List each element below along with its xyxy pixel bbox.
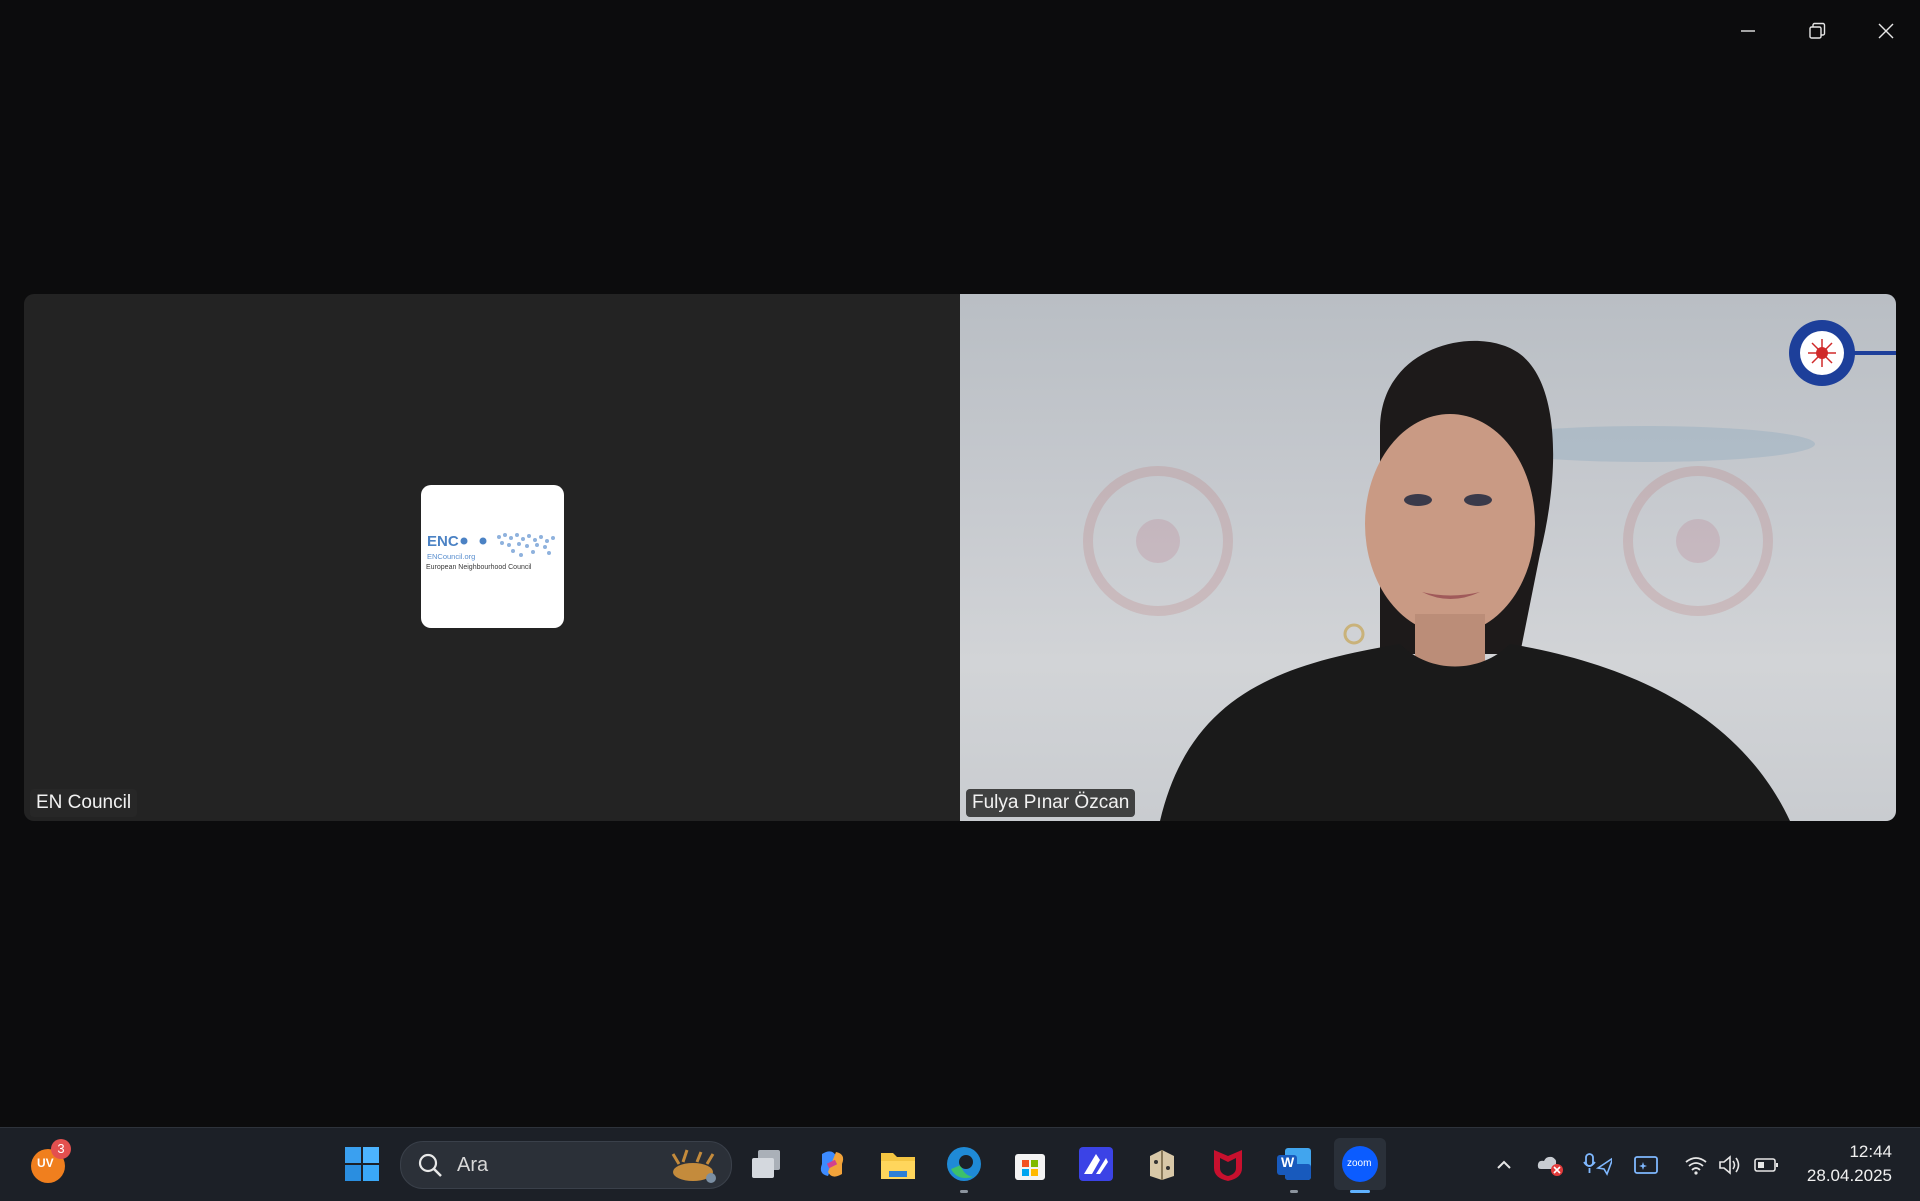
store-icon <box>1015 1154 1045 1180</box>
participant-tile-video[interactable]: Fulya Pınar Özcan <box>960 294 1896 821</box>
search-box[interactable]: Ara <box>400 1141 732 1189</box>
copilot-icon <box>820 1151 844 1177</box>
notification-count-badge: 3 <box>51 1139 71 1159</box>
zoom-button[interactable]: zoom <box>1334 1138 1386 1193</box>
taskbar: UV 3 Ara W zoom 12:44 28.04.2025 <box>0 1127 1920 1201</box>
close-icon <box>1878 23 1894 39</box>
running-indicator <box>960 1190 968 1193</box>
show-hidden-icons-button[interactable] <box>1489 1150 1519 1180</box>
participant-name-label: Fulya Pınar Özcan <box>966 789 1136 817</box>
game-icon <box>1150 1150 1174 1180</box>
screen-capture-tray[interactable] <box>1632 1150 1662 1180</box>
wifi-status[interactable] <box>1681 1150 1711 1180</box>
search-highlight-deer-icon <box>671 1149 716 1183</box>
word-button[interactable]: W <box>1268 1138 1320 1193</box>
running-indicator <box>1350 1190 1370 1193</box>
weather-badge-text: UV <box>37 1156 54 1170</box>
clock-time: 12:44 <box>1849 1142 1892 1161</box>
file-explorer-icon <box>881 1153 915 1179</box>
microphone-icon <box>1583 1153 1612 1176</box>
minimize-icon <box>1741 30 1755 32</box>
word-label: W <box>1281 1154 1295 1170</box>
speaker-icon <box>1719 1155 1740 1175</box>
zoom-label: zoom <box>1347 1158 1372 1169</box>
start-button[interactable] <box>336 1138 388 1190</box>
affinity-button[interactable] <box>1070 1138 1122 1190</box>
clock-date: 28.04.2025 <box>1806 1166 1892 1185</box>
taskbar-clock[interactable]: 12:44 28.04.2025 <box>1807 1140 1892 1188</box>
copilot-button[interactable] <box>806 1138 858 1190</box>
close-button[interactable] <box>1858 12 1914 50</box>
union-logo-icon <box>1789 320 1896 386</box>
mcafee-icon <box>1214 1150 1242 1181</box>
mic-share-tray[interactable] <box>1582 1150 1612 1180</box>
file-explorer-button[interactable] <box>872 1138 924 1190</box>
edge-button[interactable] <box>938 1138 990 1193</box>
battery-icon <box>1754 1158 1778 1172</box>
volume-status[interactable] <box>1716 1150 1746 1180</box>
video-gallery: ENC ENCouncil.org European Neighbourhood… <box>24 294 1896 821</box>
chevron-up-icon <box>1497 1160 1511 1169</box>
running-indicator <box>1290 1190 1298 1193</box>
start-icon <box>345 1147 379 1181</box>
participant-name-label: EN Council <box>30 789 138 817</box>
participant-avatar: ENC ENCouncil.org European Neighbourhood… <box>421 485 564 628</box>
search-placeholder: Ara <box>457 1154 489 1176</box>
store-button[interactable] <box>1004 1138 1056 1190</box>
game-button[interactable] <box>1136 1138 1188 1190</box>
restore-button[interactable] <box>1789 12 1845 50</box>
avatar-logo-subtitle: European Neighbourhood Council <box>426 564 532 571</box>
participant-tile-en-council[interactable]: ENC ENCouncil.org European Neighbourhood… <box>24 294 960 821</box>
video-feed <box>1083 340 1815 821</box>
onedrive-status[interactable] <box>1535 1150 1565 1180</box>
avatar-logo-url: ENCouncil.org <box>427 552 476 561</box>
task-view-icon <box>752 1150 780 1178</box>
restore-icon <box>1809 22 1826 39</box>
edge-icon <box>947 1147 981 1181</box>
cloud-error-icon <box>1537 1156 1563 1176</box>
weather-widget[interactable]: UV 3 <box>22 1138 74 1190</box>
battery-status[interactable] <box>1752 1150 1782 1180</box>
screen-sparkle-icon <box>1634 1156 1658 1174</box>
minimize-button[interactable] <box>1720 12 1776 50</box>
search-icon <box>418 1153 442 1177</box>
task-view-button[interactable] <box>740 1138 792 1190</box>
mcafee-button[interactable] <box>1202 1138 1254 1190</box>
affinity-icon <box>1079 1147 1113 1181</box>
wifi-icon <box>1685 1157 1707 1175</box>
